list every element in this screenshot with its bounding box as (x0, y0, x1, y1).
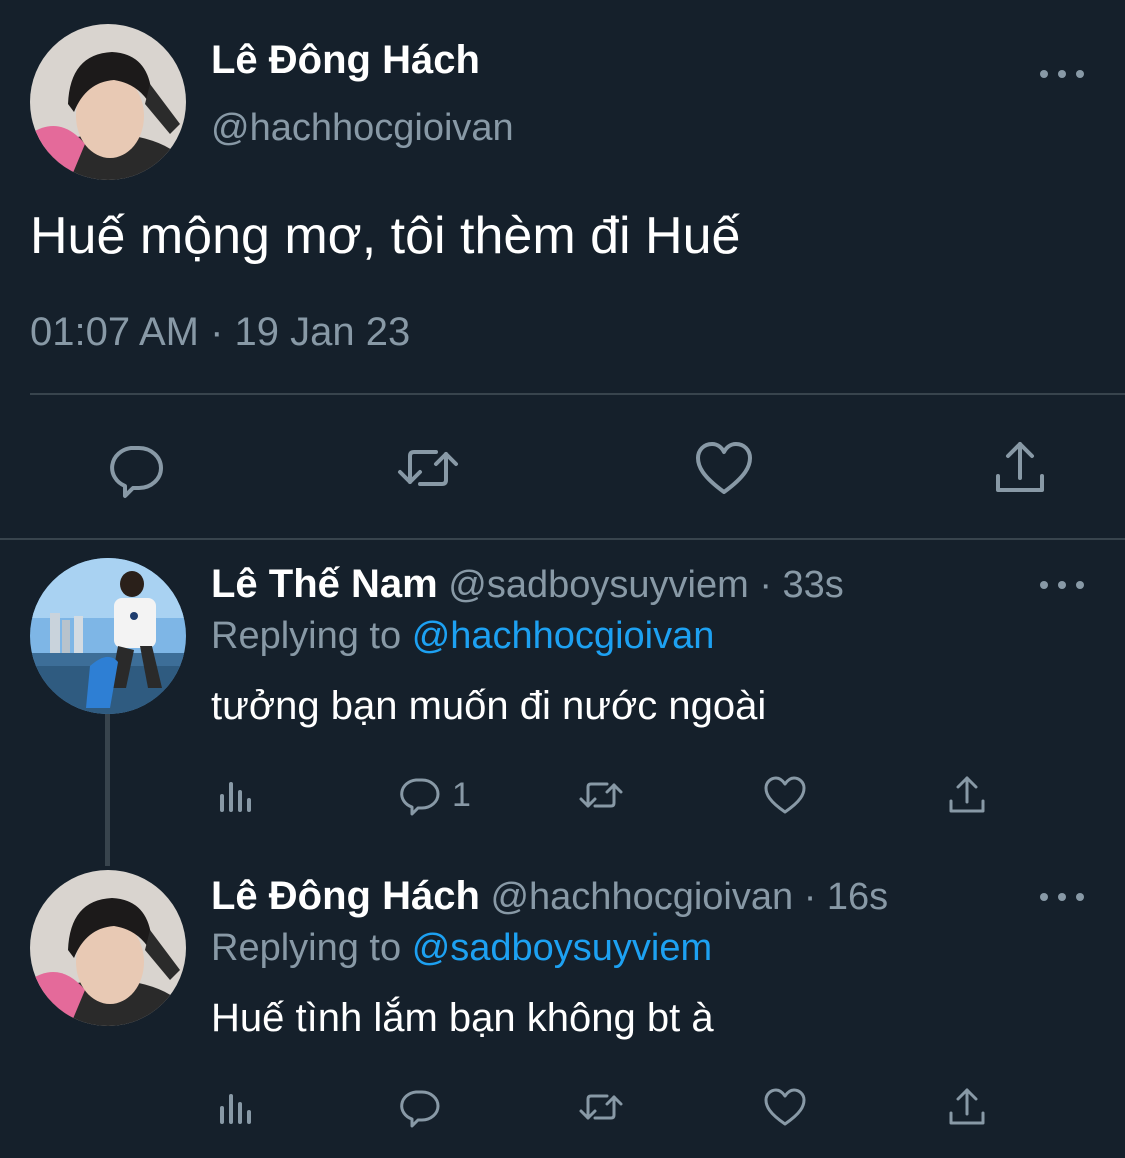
reply-button[interactable] (396, 1084, 452, 1130)
reply-header: Lê Đông Hách @hachhocgioivan · 16s (211, 874, 888, 919)
more-dot (1076, 70, 1084, 78)
reply-icon[interactable] (103, 436, 167, 500)
main-tweet[interactable]: Lê Đông Hách @hachhocgioivan Huế mộng mơ… (0, 0, 1125, 540)
replying-to: Replying to @hachhocgioivan (211, 615, 714, 658)
reply-count: 1 (452, 775, 471, 814)
author-name[interactable]: Lê Đông Hách (211, 38, 480, 83)
like-icon[interactable] (762, 772, 808, 818)
author-handle[interactable]: @hachhocgioivan (211, 107, 514, 150)
reply-text: tưởng bạn muốn đi nước ngoài (211, 684, 767, 728)
thread-line (105, 714, 110, 866)
more-dot (1058, 581, 1066, 589)
analytics-icon[interactable] (214, 772, 260, 818)
reply-icon (400, 1090, 440, 1128)
more-dot (1058, 70, 1066, 78)
author-name[interactable]: Lê Thế Nam (211, 562, 438, 606)
like-icon[interactable] (762, 1084, 808, 1130)
reply-icon (400, 778, 440, 816)
like-icon[interactable] (692, 436, 756, 500)
more-icon[interactable] (1040, 887, 1084, 907)
divider (30, 393, 1125, 395)
author-handle[interactable]: @sadboysuyviem (448, 564, 748, 606)
avatar[interactable] (30, 558, 186, 714)
author-handle[interactable]: @hachhocgioivan (490, 876, 793, 918)
more-dot (1040, 893, 1048, 901)
author-name[interactable]: Lê Đông Hách (211, 874, 480, 918)
more-dot (1058, 893, 1066, 901)
share-icon[interactable] (944, 1084, 990, 1130)
more-icon[interactable] (1040, 64, 1084, 84)
reply-header: Lê Thế Nam @sadboysuyviem · 33s (211, 562, 844, 607)
reply-button[interactable]: 1 (396, 772, 471, 818)
reply-time[interactable]: · 16s (804, 876, 888, 918)
reply-text: Huế tình lắm bạn không bt à (211, 996, 714, 1040)
replying-to: Replying to @sadboysuyviem (211, 927, 712, 970)
more-dot (1076, 893, 1084, 901)
avatar[interactable] (30, 24, 186, 180)
retweet-icon[interactable] (396, 436, 460, 500)
section-divider (0, 538, 1125, 540)
retweet-icon[interactable] (578, 1084, 624, 1130)
more-icon[interactable] (1040, 575, 1084, 595)
more-dot (1076, 581, 1084, 589)
retweet-icon[interactable] (578, 772, 624, 818)
share-icon[interactable] (988, 436, 1052, 500)
avatar[interactable] (30, 870, 186, 1026)
tweet-timestamp[interactable]: 01:07 AM · 19 Jan 23 (30, 310, 410, 355)
more-dot (1040, 70, 1048, 78)
more-dot (1040, 581, 1048, 589)
mention-link[interactable]: @sadboysuyviem (412, 927, 712, 969)
tweet-thread-page: Lê Đông Hách @hachhocgioivan Huế mộng mơ… (0, 0, 1125, 1158)
replying-label: Replying to (211, 927, 402, 969)
mention-link[interactable]: @hachhocgioivan (412, 615, 715, 657)
reply-time[interactable]: · 33s (759, 564, 843, 606)
analytics-icon[interactable] (214, 1084, 260, 1130)
share-icon[interactable] (944, 772, 990, 818)
replying-label: Replying to (211, 615, 402, 657)
tweet-text: Huế mộng mơ, tôi thèm đi Huế (30, 207, 741, 265)
